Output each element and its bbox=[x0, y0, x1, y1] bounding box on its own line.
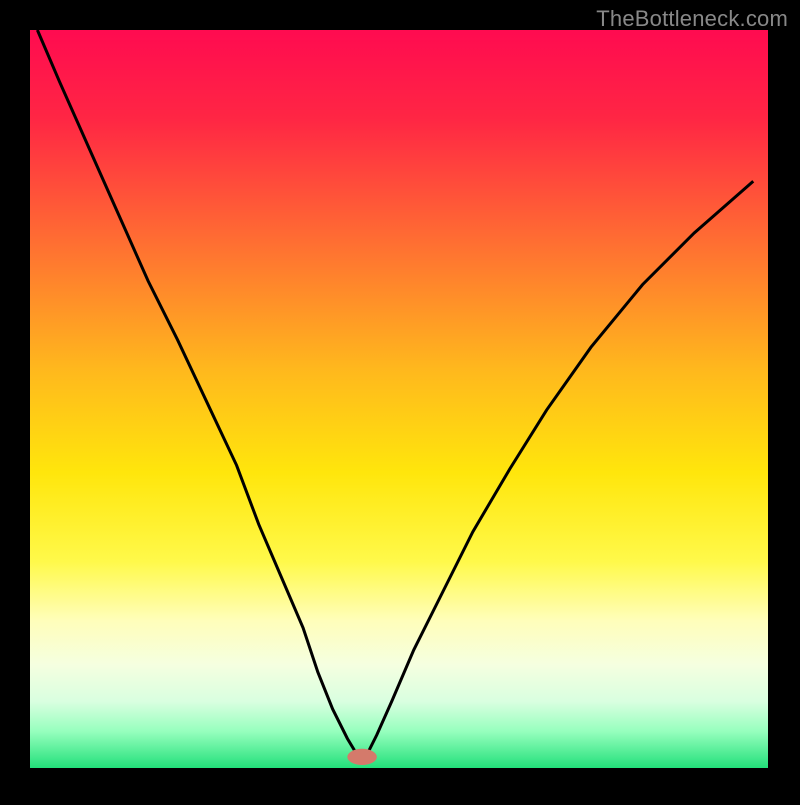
watermark-text: TheBottleneck.com bbox=[596, 6, 788, 32]
bottleneck-chart bbox=[0, 0, 800, 800]
optimal-marker bbox=[347, 749, 377, 765]
chart-svg bbox=[0, 0, 800, 800]
plot-background bbox=[30, 30, 768, 768]
